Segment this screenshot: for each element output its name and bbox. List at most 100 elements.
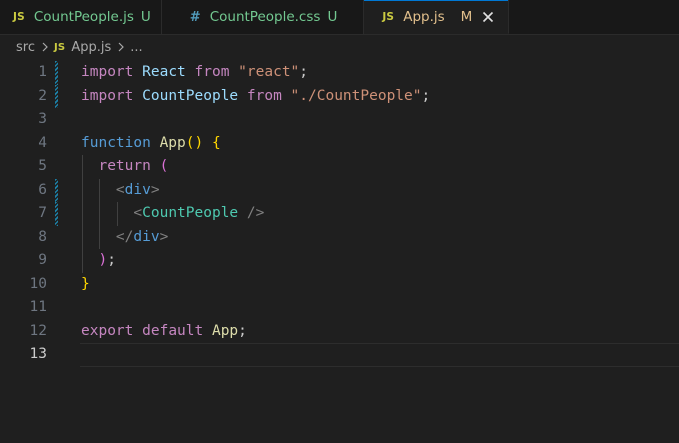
line-number: 7 <box>38 205 47 221</box>
code-token: ( <box>159 158 169 174</box>
code-line[interactable]: 11 <box>0 296 679 320</box>
breadcrumb-symbols[interactable]: ... <box>130 40 142 55</box>
js-file-icon: JS <box>53 41 66 53</box>
code-token: "react" <box>238 64 300 80</box>
code-token: ; <box>421 87 431 104</box>
code-line[interactable]: 8 </div> <box>0 225 679 250</box>
tab-label: CountPeople.css <box>209 9 321 25</box>
code-token: < <box>115 181 125 198</box>
code-text: function App() { <box>81 132 221 156</box>
code-token: < <box>133 205 143 221</box>
code-line[interactable]: 9 ); <box>0 249 679 273</box>
untracked-badge: U <box>327 9 338 25</box>
code-line[interactable]: 1 import React from "react"; <box>0 61 679 85</box>
code-token: () <box>185 134 204 151</box>
code-token: "./CountPeople" <box>290 87 422 104</box>
code-token: function <box>81 134 151 151</box>
tab-countpeople-css[interactable]: # CountPeople.css U <box>161 0 365 34</box>
code-text: ); <box>81 249 116 273</box>
code-line[interactable]: 5 return ( <box>0 155 679 179</box>
chevron-right-icon <box>117 42 125 52</box>
code-line[interactable]: 4 function App() { <box>0 132 679 156</box>
modified-line-indicator[interactable] <box>55 202 58 226</box>
untracked-badge: U <box>140 9 151 25</box>
tab-countpeople-js[interactable]: JS CountPeople.js U <box>0 0 162 34</box>
code-token: from <box>194 64 230 80</box>
breadcrumb-file[interactable]: App.js <box>71 40 111 55</box>
code-token: div <box>124 181 151 198</box>
code-text: export default App; <box>81 320 247 344</box>
editor-tab-bar: JS CountPeople.js U # CountPeople.css U … <box>0 0 679 35</box>
code-token: </ <box>115 228 134 245</box>
code-token: ; <box>107 252 116 268</box>
code-line[interactable]: 7 <CountPeople /> <box>0 202 679 226</box>
modified-badge: M <box>460 8 473 25</box>
line-number: 2 <box>38 87 47 104</box>
line-number: 1 <box>38 64 47 80</box>
code-text: } <box>81 273 90 297</box>
code-token: React <box>142 64 186 80</box>
code-line[interactable]: 6 <div> <box>0 178 679 203</box>
close-icon[interactable] <box>480 9 496 25</box>
line-number: 4 <box>38 134 47 151</box>
code-token: /> <box>246 205 265 221</box>
code-token: export <box>81 322 134 339</box>
code-token: ) <box>98 252 108 268</box>
code-token: > <box>159 228 169 245</box>
line-number: 10 <box>29 275 47 292</box>
code-line[interactable]: 2 import CountPeople from "./CountPeople"… <box>0 84 679 108</box>
code-text: return ( <box>81 155 168 179</box>
modified-line-indicator[interactable] <box>55 178 58 202</box>
code-token: ; <box>238 322 247 339</box>
code-line[interactable]: 13 <box>0 343 679 367</box>
modified-line-indicator[interactable] <box>55 84 58 108</box>
code-text: </div> <box>81 226 168 250</box>
current-line-highlight <box>80 343 679 367</box>
code-text: import React from "react"; <box>81 61 308 85</box>
code-token: > <box>150 181 160 198</box>
js-file-icon: JS <box>382 10 395 23</box>
code-text: <CountPeople /> <box>81 202 264 226</box>
vscode-editor-window: JS CountPeople.js U # CountPeople.css U … <box>0 0 679 443</box>
line-number: 5 <box>38 158 47 174</box>
line-number: 8 <box>38 228 47 245</box>
code-token: import <box>81 64 134 80</box>
code-token: ; <box>299 64 309 80</box>
code-token: } <box>81 275 90 292</box>
code-token: return <box>98 158 151 174</box>
code-text: <div> <box>81 179 160 203</box>
code-token: { <box>211 134 221 151</box>
code-line[interactable]: 3 <box>0 108 679 132</box>
breadcrumb-folder[interactable]: src <box>16 40 35 55</box>
code-token: CountPeople <box>142 87 239 104</box>
tab-app-js[interactable]: JS App.js M <box>364 0 510 34</box>
tab-label: App.js <box>403 8 445 25</box>
breadcrumb: src JS App.js ... <box>0 35 679 59</box>
line-number: 6 <box>38 181 47 198</box>
code-editor[interactable]: 1 import React from "react"; 2 import Count… <box>0 60 679 443</box>
js-file-icon: JS <box>13 11 25 23</box>
code-line[interactable]: 10} <box>0 273 679 297</box>
code-token: from <box>246 87 282 104</box>
code-token: div <box>133 228 160 245</box>
code-token: default <box>142 322 204 339</box>
code-token: App <box>211 322 239 339</box>
css-file-icon: # <box>189 9 201 25</box>
code-line[interactable]: 12 export default App; <box>0 320 679 344</box>
modified-line-indicator[interactable] <box>55 61 58 85</box>
line-number: 9 <box>38 252 47 268</box>
